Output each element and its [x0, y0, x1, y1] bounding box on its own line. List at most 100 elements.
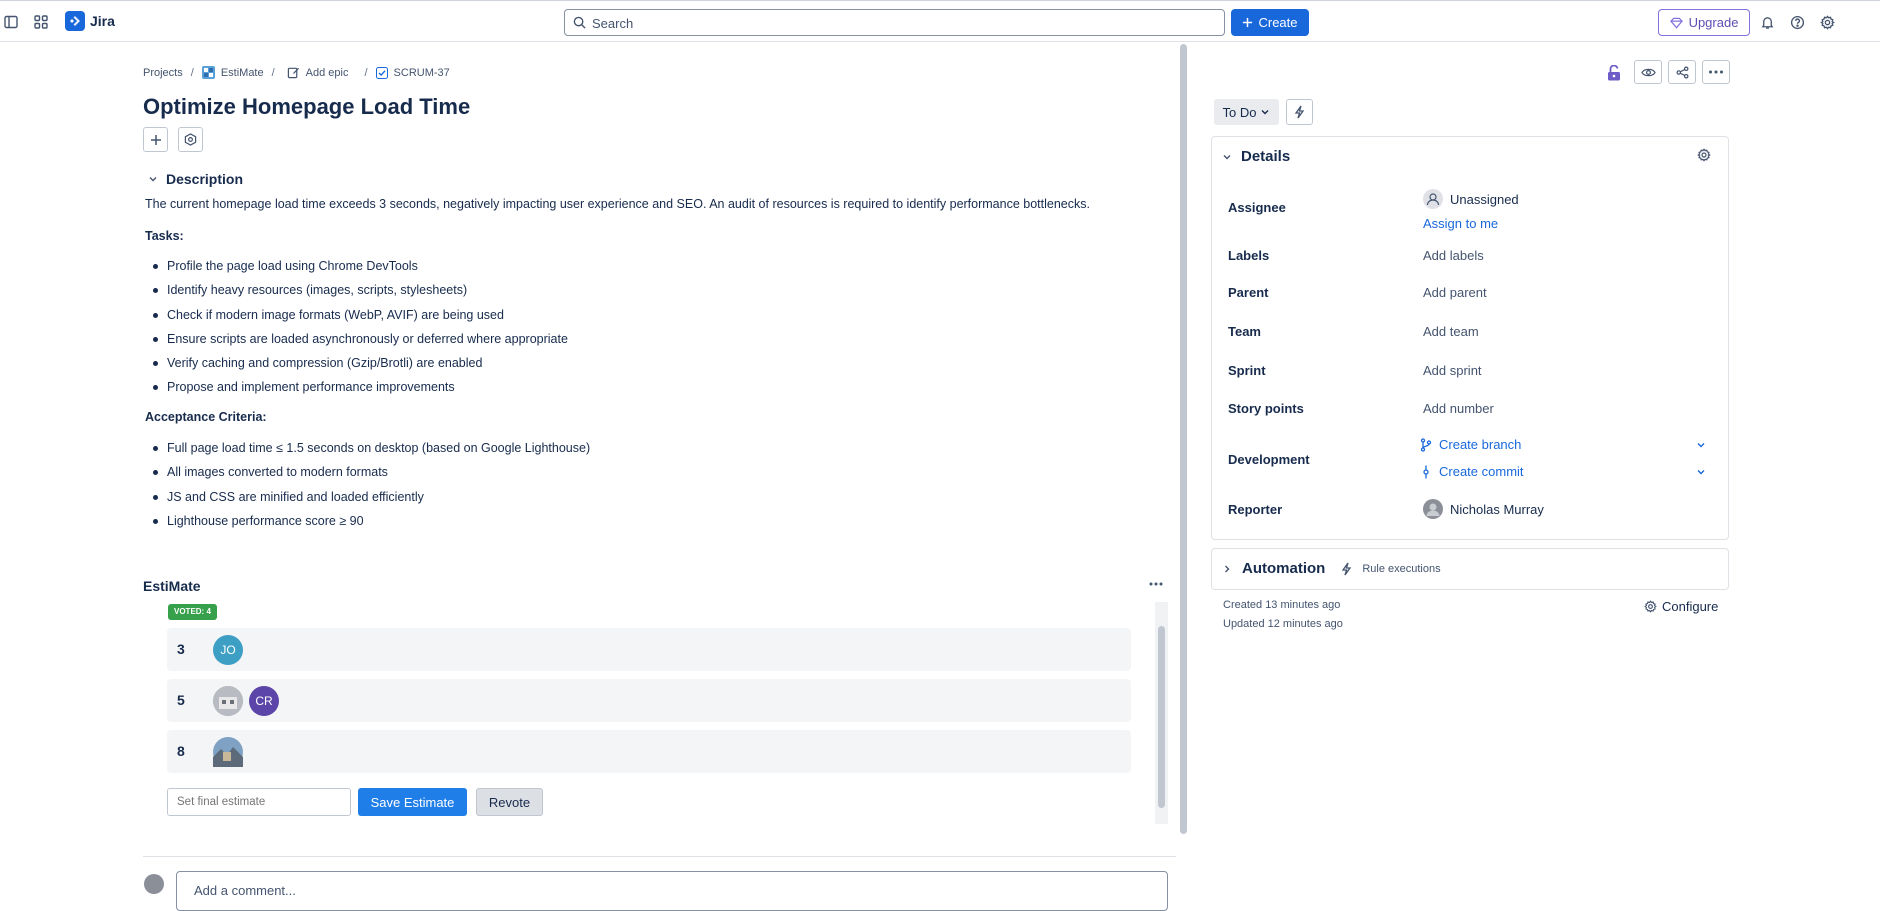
- list-item: Profile the page load using Chrome DevTo…: [153, 258, 568, 282]
- parent-value[interactable]: Add parent: [1423, 285, 1487, 300]
- chevron-down-icon: [1260, 107, 1270, 117]
- configure-label: Configure: [1662, 599, 1719, 614]
- avatar: CR: [249, 686, 279, 716]
- breadcrumb-project-label: EstiMate: [220, 66, 264, 79]
- apps-button[interactable]: [178, 127, 203, 152]
- reporter-name: Nicholas Murray: [1450, 501, 1544, 517]
- breadcrumb-separator: /: [190, 66, 194, 79]
- assignee-label: Assignee: [1228, 200, 1286, 215]
- share-icon[interactable]: [1668, 60, 1696, 84]
- app-switcher-icon[interactable]: [30, 11, 52, 33]
- description-intro: The current homepage load time exceeds 3…: [145, 197, 1090, 211]
- chevron-right-icon: [1222, 564, 1232, 574]
- team-label: Team: [1228, 324, 1261, 339]
- more-horizontal-icon[interactable]: [1148, 578, 1164, 590]
- jira-logo-icon[interactable]: [65, 11, 85, 31]
- upgrade-button[interactable]: Upgrade: [1658, 9, 1750, 36]
- help-icon[interactable]: [1786, 11, 1808, 33]
- created-timestamp: Created 13 minutes ago: [1223, 599, 1341, 611]
- avatar: [144, 874, 164, 894]
- reporter-value[interactable]: Nicholas Murray: [1423, 499, 1544, 519]
- assignee-value[interactable]: Unassigned: [1423, 189, 1519, 209]
- breadcrumb-issue-key: SCRUM-37: [393, 66, 450, 79]
- updated-timestamp: Updated 12 minutes ago: [1223, 618, 1343, 630]
- status-label: To Do: [1222, 104, 1257, 120]
- list-item: Verify caching and compression (Gzip/Bro…: [153, 355, 568, 379]
- description-toggle[interactable]: Description: [148, 171, 243, 187]
- sidebar-toggle-icon[interactable]: [0, 11, 22, 33]
- assignee-text: Unassigned: [1450, 191, 1519, 207]
- bell-icon[interactable]: [1756, 11, 1778, 33]
- details-toggle[interactable]: Details: [1222, 148, 1290, 165]
- breadcrumb: Projects / EstiMate / Add epic / SCRUM-3…: [143, 66, 450, 79]
- app-name[interactable]: Jira: [90, 13, 115, 29]
- team-value[interactable]: Add team: [1423, 324, 1479, 339]
- list-item: Check if modern image formats (WebP, AVI…: [153, 307, 568, 331]
- estimate-scrollbar[interactable]: [1158, 626, 1165, 808]
- create-commit-link[interactable]: Create commit: [1420, 464, 1524, 479]
- description-heading: Description: [166, 171, 244, 187]
- breadcrumb-epic-label: Add epic: [305, 66, 349, 79]
- list-item: All images converted to modern formats: [153, 464, 590, 488]
- chevron-down-icon: [148, 174, 158, 184]
- estimate-title: EstiMate: [143, 578, 201, 594]
- breadcrumb-project[interactable]: EstiMate: [201, 66, 264, 79]
- story-points-value[interactable]: Add number: [1423, 401, 1494, 416]
- create-commit-label: Create commit: [1439, 464, 1524, 479]
- create-button[interactable]: Create: [1231, 9, 1309, 36]
- assign-to-me-link[interactable]: Assign to me: [1423, 216, 1498, 231]
- settings-icon[interactable]: [1697, 148, 1711, 162]
- breadcrumb-separator: /: [271, 66, 275, 79]
- final-estimate-input[interactable]: Set final estimate: [167, 788, 351, 816]
- lock-icon[interactable]: [1600, 62, 1628, 84]
- tasks-heading: Tasks:: [145, 229, 184, 243]
- breadcrumb-projects[interactable]: Projects: [143, 67, 183, 79]
- create-button-label: Create: [1258, 15, 1298, 30]
- configure-button[interactable]: Configure: [1644, 599, 1718, 614]
- chevron-down-icon[interactable]: [1696, 440, 1706, 450]
- gem-icon: [1669, 17, 1683, 29]
- vote-value: 3: [177, 641, 185, 657]
- chevron-down-icon: [1222, 152, 1232, 162]
- list-item: Identify heavy resources (images, script…: [153, 282, 568, 306]
- vote-row: 8: [167, 730, 1131, 773]
- watch-eye-icon[interactable]: [1634, 60, 1662, 84]
- vote-row: 3 JO: [167, 628, 1131, 671]
- top-navigation-bar: Jira Search Create Upgrade: [0, 0, 1880, 42]
- lightning-bolt-icon[interactable]: [1286, 99, 1313, 125]
- list-item: Ensure scripts are loaded asynchronously…: [153, 331, 568, 355]
- create-branch-link[interactable]: Create branch: [1420, 437, 1521, 452]
- vote-value: 8: [177, 743, 185, 759]
- comment-input[interactable]: Add a comment...: [176, 871, 1168, 911]
- pencil-icon: [287, 66, 300, 79]
- chevron-down-icon[interactable]: [1696, 467, 1706, 477]
- breadcrumb-add-epic[interactable]: Add epic: [287, 66, 349, 79]
- list-item: Propose and implement performance improv…: [153, 379, 568, 403]
- list-item: JS and CSS are minified and loaded effic…: [153, 489, 590, 513]
- plus-icon: [1242, 17, 1253, 28]
- sprint-label: Sprint: [1228, 363, 1266, 378]
- automation-toggle[interactable]: Automation Rule executions: [1222, 560, 1441, 577]
- breadcrumb-separator: /: [364, 66, 368, 79]
- breadcrumb-issue[interactable]: SCRUM-37: [375, 66, 450, 79]
- main-scrollbar[interactable]: [1180, 44, 1187, 834]
- revote-button[interactable]: Revote: [476, 788, 543, 816]
- more-horizontal-icon[interactable]: [1702, 60, 1730, 84]
- list-item: Full page load time ≤ 1.5 seconds on des…: [153, 440, 590, 464]
- labels-value[interactable]: Add labels: [1423, 248, 1484, 263]
- settings-icon[interactable]: [1816, 11, 1838, 33]
- tasks-list: Profile the page load using Chrome DevTo…: [153, 258, 568, 404]
- status-dropdown[interactable]: To Do: [1214, 99, 1279, 125]
- development-label: Development: [1228, 452, 1310, 467]
- search-placeholder: Search: [592, 16, 634, 31]
- issue-title[interactable]: Optimize Homepage Load Time: [143, 94, 470, 120]
- add-child-button[interactable]: [143, 127, 168, 152]
- sprint-value[interactable]: Add sprint: [1423, 363, 1482, 378]
- story-points-label: Story points: [1228, 401, 1304, 416]
- lightning-bolt-icon: [1341, 562, 1352, 576]
- criteria-list: Full page load time ≤ 1.5 seconds on des…: [153, 440, 590, 537]
- task-checkbox-icon: [375, 66, 388, 79]
- search-input[interactable]: Search: [564, 9, 1225, 36]
- save-estimate-button[interactable]: Save Estimate: [358, 788, 467, 816]
- project-avatar-icon: [201, 66, 215, 79]
